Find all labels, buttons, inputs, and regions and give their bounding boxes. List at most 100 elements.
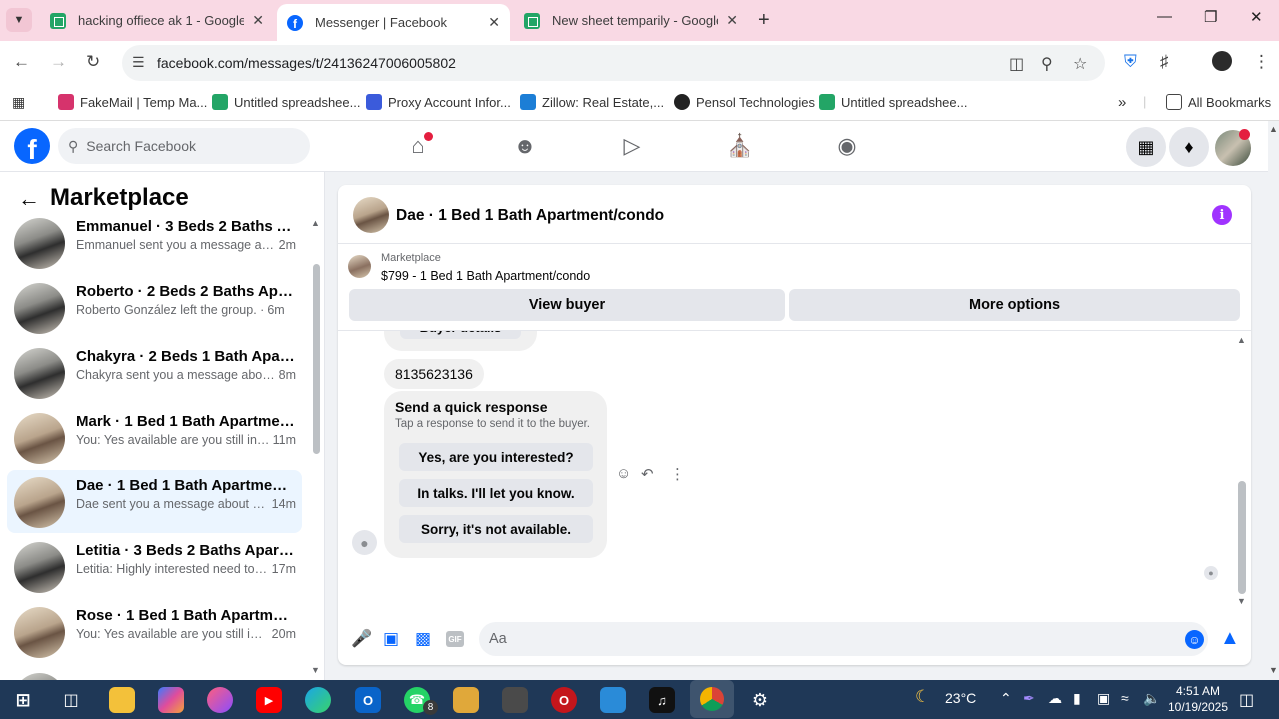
facebook-search[interactable]: ⚲ (58, 128, 310, 164)
quick-response-not-available-button[interactable]: Sorry, it's not available. (399, 515, 593, 543)
cloud-icon[interactable]: ☁ (1048, 690, 1062, 707)
app-icon[interactable] (502, 687, 528, 713)
show-hidden-icons-chevron-icon[interactable]: ⌃ (1000, 690, 1012, 707)
all-bookmarks[interactable]: All Bookmarks (1166, 94, 1271, 110)
menu-grid-icon[interactable]: ▦ (1126, 127, 1166, 167)
apps-grid-icon[interactable]: ▦ (12, 94, 25, 111)
pen-icon[interactable]: ✒ (1023, 690, 1035, 707)
file-explorer-icon[interactable] (109, 687, 135, 713)
emoji-icon[interactable]: ☺ (1185, 630, 1204, 649)
install-app-icon[interactable]: ◫ (1009, 54, 1024, 74)
profile-avatar[interactable] (1212, 51, 1232, 71)
more-options-button[interactable]: More options (789, 289, 1240, 321)
chat-title[interactable]: Dae · 1 Bed 1 Bath Apartment/condo (396, 207, 664, 225)
page-scrollbar[interactable]: ▲ ▼ (1268, 121, 1279, 680)
microsoft-store-icon[interactable] (600, 687, 626, 713)
conversation-mark[interactable]: Mark · 1 Bed 1 Bath Apartment/... You: Y… (7, 406, 302, 469)
device-icon[interactable]: ▣ (1097, 690, 1110, 707)
volume-icon[interactable]: 🔈 (1143, 690, 1160, 707)
facebook-logo-icon[interactable]: f (14, 128, 50, 164)
bookmark-pensol[interactable]: Pensol Technologies (674, 94, 815, 110)
battery-icon[interactable]: ▮ (1073, 690, 1081, 707)
conversation-chakyra[interactable]: Chakyra · 2 Beds 1 Bath Apartm... Chakyr… (7, 341, 302, 404)
friends-icon[interactable]: ☻ (510, 132, 540, 160)
shield-extension-icon[interactable]: ⛨ (1124, 52, 1137, 72)
marketplace-icon[interactable]: ⛪ (725, 132, 755, 160)
scroll-down-arrow-icon[interactable]: ▼ (1237, 596, 1246, 606)
listing-title[interactable]: $799 - 1 Bed 1 Bath Apartment/condo (381, 269, 590, 283)
close-tab-icon[interactable]: ✕ (488, 14, 500, 31)
back-arrow-icon[interactable]: ← (13, 52, 30, 72)
notifications-bell-icon[interactable]: ♦ (1169, 127, 1209, 167)
bookmark-untitled-spreadsheet-2[interactable]: Untitled spreadshee... (819, 94, 967, 110)
outlook-icon[interactable]: O (355, 687, 381, 713)
more-actions-icon[interactable]: ⋮ (670, 465, 685, 483)
new-tab-plus-icon[interactable]: + (758, 9, 770, 32)
address-bar[interactable]: ☰ facebook.com/messages/t/24136247006005… (122, 45, 1105, 81)
chat-scrollbar[interactable] (1238, 481, 1246, 594)
scroll-down-arrow-icon[interactable]: ▼ (1269, 665, 1278, 675)
conversation-roberto[interactable]: Roberto · 2 Beds 2 Baths Apart... Robert… (7, 276, 302, 339)
tab-new-sheet[interactable]: New sheet temparily - Google Sh ✕ (514, 4, 748, 37)
reply-icon[interactable]: ↶ (641, 465, 654, 483)
app-icon[interactable] (207, 687, 233, 713)
bookmark-zillow[interactable]: Zillow: Real Estate,... (520, 94, 664, 110)
bookmark-untitled-spreadsheet-1[interactable]: Untitled spreadshee... (212, 94, 360, 110)
bookmark-star-icon[interactable]: ☆ (1073, 54, 1087, 74)
groups-icon[interactable]: ◉ (832, 132, 862, 160)
quick-response-interested-button[interactable]: Yes, are you interested? (399, 443, 593, 471)
photo-icon[interactable]: ▣ (383, 629, 399, 649)
conversation-rose[interactable]: Rose · 1 Bed 1 Bath Apartment/c... You: … (7, 600, 302, 663)
youtube-icon[interactable]: ▶ (256, 687, 282, 713)
wifi-icon[interactable]: ≈ (1121, 690, 1129, 706)
info-icon[interactable]: i (1212, 205, 1232, 225)
quick-response-in-talks-button[interactable]: In talks. I'll let you know. (399, 479, 593, 507)
copilot-icon[interactable] (158, 687, 184, 713)
tiktok-icon[interactable]: ♫ (649, 687, 675, 713)
reload-icon[interactable]: ↻ (86, 52, 100, 72)
task-view-icon[interactable]: ◫ (58, 687, 84, 713)
more-bookmarks-chevron-icon[interactable]: » (1118, 94, 1126, 111)
bookmark-fakemail[interactable]: FakeMail | Temp Ma... (58, 94, 207, 110)
weather-temperature[interactable]: 23°C (945, 690, 976, 706)
url-text[interactable]: facebook.com/messages/t/2413624700600580… (157, 55, 456, 71)
conversation-letitia[interactable]: Letitia · 3 Beds 2 Baths Apartme... Leti… (7, 535, 302, 598)
close-window-icon[interactable]: ✕ (1250, 8, 1263, 26)
message-input[interactable] (479, 622, 1208, 656)
chrome-taskbar-button[interactable] (690, 680, 734, 718)
buyer-details-button[interactable]: Buyer details (400, 331, 521, 339)
bookmark-proxy-account[interactable]: Proxy Account Infor... (366, 94, 511, 110)
scroll-up-arrow-icon[interactable]: ▲ (1269, 124, 1278, 134)
search-input[interactable] (86, 138, 287, 154)
microphone-icon[interactable]: 🎤 (351, 629, 372, 649)
forward-arrow-icon[interactable]: → (50, 52, 67, 72)
tab-hacking-offiece[interactable]: hacking offiece ak 1 - Google Sh ✕ (40, 4, 274, 37)
scroll-up-arrow-icon[interactable]: ▲ (311, 218, 320, 228)
scroll-down-arrow-icon[interactable]: ▼ (311, 665, 320, 675)
close-tab-icon[interactable]: ✕ (252, 12, 264, 29)
site-settings-icon[interactable]: ☰ (132, 54, 145, 71)
react-emoji-icon[interactable]: ☺ (616, 465, 631, 482)
conversation-emmanuel[interactable]: Emmanuel · 3 Beds 2 Baths Apa... Emmanue… (7, 211, 302, 274)
restore-window-icon[interactable]: ❐ (1204, 8, 1217, 26)
back-arrow-icon[interactable]: ← (18, 186, 40, 212)
edge-icon[interactable] (305, 687, 331, 713)
listing-thumbnail[interactable] (348, 255, 371, 278)
notification-center-icon[interactable]: ◫ (1239, 690, 1254, 710)
zoom-icon[interactable]: ⚲ (1041, 54, 1053, 74)
conversation-partial[interactable] (7, 666, 302, 680)
minimize-icon[interactable]: — (1157, 8, 1172, 25)
chat-avatar[interactable] (353, 197, 389, 233)
close-tab-icon[interactable]: ✕ (726, 12, 738, 29)
extensions-puzzle-icon[interactable]: ♯ (1160, 52, 1169, 72)
badge-app-icon[interactable] (453, 687, 479, 713)
conversation-dae[interactable]: Dae · 1 Bed 1 Bath Apartment/c... Dae se… (7, 470, 302, 533)
kebab-menu-icon[interactable]: ⋮ (1253, 52, 1270, 72)
system-clock[interactable]: 4:51 AM 10/19/2025 (1163, 683, 1233, 715)
tab-search-chevron-icon[interactable]: ▼ (6, 8, 32, 32)
sticker-icon[interactable]: ▩ (415, 629, 431, 649)
scroll-up-arrow-icon[interactable]: ▲ (1237, 335, 1246, 345)
sidebar-scrollbar[interactable] (313, 264, 320, 454)
gif-icon[interactable]: GIF (446, 631, 464, 647)
settings-gear-icon[interactable]: ⚙ (747, 687, 773, 713)
